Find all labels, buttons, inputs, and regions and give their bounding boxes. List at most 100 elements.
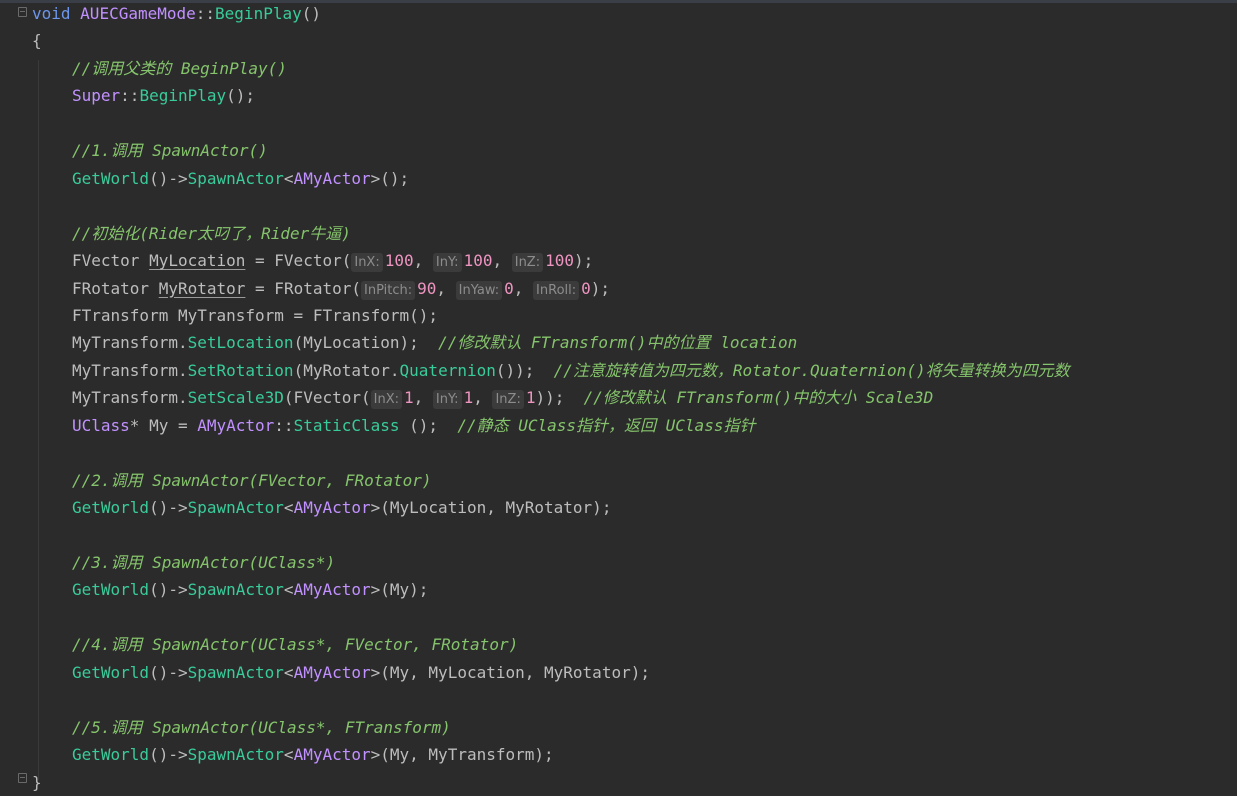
code-token: ,	[473, 388, 493, 408]
code-line[interactable]: //4.调用 SpawnActor(UClass*, FVector, FRot…	[32, 631, 518, 658]
code-token: ::	[195, 4, 216, 23]
code-line[interactable]	[32, 522, 72, 549]
code-token: SetRotation	[187, 360, 294, 380]
code-token: ));	[535, 388, 584, 408]
parameter-hint: InY:	[432, 253, 462, 273]
code-token: //修改默认 FTransform()中的位置 location	[438, 333, 798, 353]
code-token: //5.调用 SpawnActor(UClass*, FTransform)	[72, 717, 451, 737]
code-token: 1	[463, 388, 474, 408]
code-token: void	[32, 4, 71, 23]
code-token: //4.调用 SpawnActor(UClass*, FVector, FRot…	[72, 635, 519, 655]
code-token: //1.调用 SpawnActor()	[72, 141, 268, 161]
parameter-hint: InZ:	[492, 390, 524, 410]
code-token: 0	[581, 278, 591, 298]
code-line[interactable]: MyTransform.SetLocation(MyLocation); //修…	[32, 329, 797, 356]
code-token: <	[283, 580, 294, 600]
fold-gutter[interactable]	[14, 0, 34, 792]
code-token: ::	[274, 415, 294, 435]
code-token: 100	[463, 251, 493, 271]
code-token: ()	[301, 4, 321, 23]
code-token: StaticClass	[293, 415, 400, 435]
fold-collapse-icon[interactable]	[18, 7, 27, 17]
parameter-hint: InY:	[432, 390, 462, 410]
code-line[interactable]: //5.调用 SpawnActor(UClass*, FTransform)	[32, 714, 451, 741]
code-line[interactable]	[32, 604, 72, 631]
code-token: //3.调用 SpawnActor(UClass*)	[72, 553, 336, 572]
code-line[interactable]: //2.调用 SpawnActor(FVector, FRotator)	[32, 467, 432, 494]
code-token: {	[32, 31, 42, 51]
code-line[interactable]	[32, 110, 72, 137]
code-line[interactable]: FRotator MyRotator = FRotator(InPitch: 90…	[32, 275, 610, 302]
code-token: <	[283, 498, 294, 518]
parameter-hint: InZ:	[511, 253, 544, 273]
code-token: ()->	[149, 168, 188, 188]
code-token: 90	[417, 278, 437, 298]
parameter-hint: InX:	[370, 390, 402, 410]
code-line[interactable]: //3.调用 SpawnActor(UClass*)	[32, 549, 335, 576]
fold-collapse-icon[interactable]	[18, 773, 27, 783]
code-token: Quaternion	[399, 360, 496, 380]
code-token: (MyRotator.	[293, 360, 400, 380]
code-line[interactable]	[32, 439, 72, 466]
code-token: SpawnActor	[187, 662, 284, 682]
code-line[interactable]: GetWorld()->SpawnActor<AMyActor>(My, MyT…	[32, 741, 554, 768]
parameter-hint: InPitch:	[361, 280, 416, 300]
code-line[interactable]: {	[32, 27, 42, 54]
code-token: SpawnActor	[187, 580, 284, 600]
code-token: ::	[120, 86, 140, 106]
code-token: = FVector(	[245, 251, 352, 271]
code-token: 1	[403, 388, 414, 408]
code-token: AMyActor	[293, 498, 371, 518]
code-line[interactable]: UClass* My = AMyActor::StaticClass (); /…	[32, 412, 755, 439]
code-token: BeginPlay	[139, 86, 227, 106]
code-line[interactable]: MyTransform.SetScale3D(FVector(InX: 1, In…	[32, 384, 933, 411]
code-token: >(My, MyLocation, MyRotator);	[370, 662, 650, 682]
code-token: );	[590, 278, 611, 298]
code-line[interactable]: GetWorld()->SpawnActor<AMyActor>(MyLocat…	[32, 494, 611, 521]
code-line[interactable]: FTransform MyTransform = FTransform();	[32, 302, 438, 329]
code-token: MyTransform.	[72, 360, 188, 380]
code-line[interactable]: GetWorld()->SpawnActor<AMyActor>(My, MyL…	[32, 659, 650, 686]
code-token: <	[283, 168, 294, 188]
parameter-hint: InX:	[351, 253, 383, 273]
code-token: SpawnActor	[187, 745, 284, 765]
code-token: >(My, MyTransform);	[370, 745, 554, 765]
code-token: AMyActor	[197, 415, 275, 435]
code-line[interactable]	[32, 686, 72, 713]
code-token: ()->	[149, 662, 188, 682]
code-token: <	[283, 662, 294, 682]
code-token: //修改默认 FTransform()中的大小 Scale3D	[583, 388, 934, 408]
code-token: GetWorld	[72, 745, 150, 765]
code-token: ,	[436, 278, 456, 298]
code-token: AMyActor	[293, 662, 371, 682]
code-line[interactable]: GetWorld()->SpawnActor<AMyActor>();	[32, 165, 409, 192]
code-line[interactable]: Super::BeginPlay();	[32, 82, 255, 109]
code-line[interactable]: MyTransform.SetRotation(MyRotator.Quater…	[32, 357, 1070, 384]
code-token: >(My);	[370, 580, 429, 600]
code-token: >(MyLocation, MyRotator);	[370, 498, 612, 518]
code-line[interactable]: FVector MyLocation = FVector(InX: 100, In…	[32, 247, 593, 274]
code-token: //静态 UClass指针，返回 UClass指针	[457, 415, 756, 435]
code-line[interactable]: //调用父类的 BeginPlay()	[32, 55, 287, 82]
code-token: <	[283, 745, 294, 765]
code-token: 100	[384, 251, 414, 271]
code-line[interactable]: //1.调用 SpawnActor()	[32, 137, 268, 164]
parameter-hint: InRoll:	[533, 280, 580, 300]
code-line[interactable]: GetWorld()->SpawnActor<AMyActor>(My);	[32, 576, 428, 603]
code-token: GetWorld	[72, 498, 150, 518]
code-token: AMyActor	[293, 580, 371, 600]
code-token: (MyLocation);	[293, 333, 439, 353]
code-token: = FRotator(	[245, 278, 361, 298]
code-token: ,	[513, 278, 534, 298]
code-token: (FVector(	[283, 388, 371, 408]
code-line[interactable]: //初始化(Rider太叼了，Rider牛逼)	[32, 220, 351, 247]
code-token: FVector	[72, 251, 150, 271]
code-token: 0	[504, 278, 514, 298]
code-token: AMyActor	[293, 745, 371, 765]
code-line[interactable]	[32, 192, 72, 219]
code-token: ,	[413, 388, 433, 408]
code-token: >();	[370, 168, 410, 188]
code-line[interactable]: void AUECGameMode::BeginPlay()	[32, 0, 321, 27]
code-token: GetWorld	[72, 662, 150, 682]
